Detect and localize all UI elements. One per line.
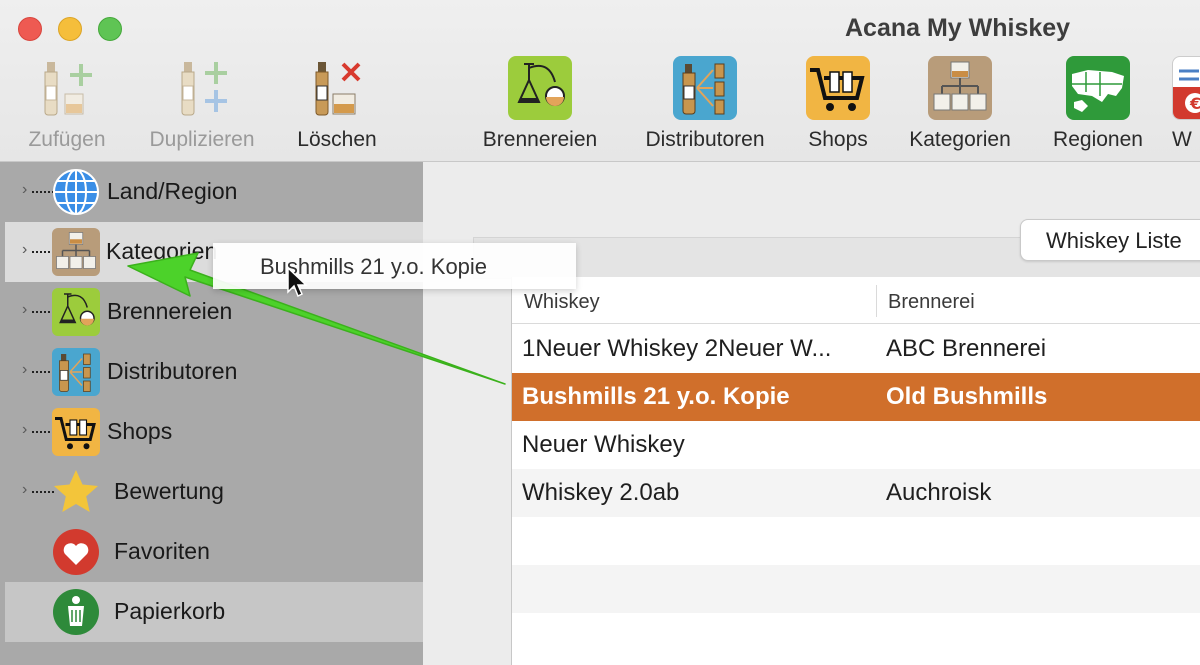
category-tree-icon <box>928 56 992 120</box>
categories-button[interactable]: Kategorien <box>902 56 1018 152</box>
sidebar-item-trash[interactable]: Papierkorb <box>5 582 423 642</box>
sidebar-item-shops[interactable]: › Shops <box>0 402 423 462</box>
column-header-distillery[interactable]: Brennerei <box>888 291 975 314</box>
regions-button[interactable]: Regionen <box>1048 56 1148 152</box>
main-content: Whiskey Liste Whiskey Brennerei 1Neuer W… <box>423 162 1200 665</box>
sidebar-item-distilleries[interactable]: › Brennereien <box>0 282 423 342</box>
sidebar-item-distributors[interactable]: › Distributoren <box>0 342 423 402</box>
trash-icon <box>52 588 100 636</box>
euro-icon: € <box>1172 56 1200 120</box>
disclosure-chevron-icon[interactable]: › <box>22 421 27 439</box>
shopping-cart-icon <box>52 408 100 456</box>
drag-preview: Bushmills 21 y.o. Kopie <box>213 243 576 289</box>
sidebar-item-rating[interactable]: › Bewertung <box>0 462 423 522</box>
sidebar-item-favorites[interactable]: Favoriten <box>0 522 423 582</box>
column-header-whiskey[interactable]: Whiskey <box>524 291 600 314</box>
distributor-network-icon <box>673 56 737 120</box>
sidebar: › Land/Region › Kategorien › Brennereien… <box>0 162 423 665</box>
currency-button[interactable]: € W <box>1172 56 1200 152</box>
heart-icon <box>52 528 100 576</box>
category-tree-icon <box>52 228 100 276</box>
shops-button[interactable]: Shops <box>805 56 871 152</box>
window-title: Acana My Whiskey <box>845 14 1071 42</box>
disclosure-chevron-icon[interactable]: › <box>22 301 27 319</box>
table-row-selected[interactable]: Bushmills 21 y.o. Kopie Old Bushmills <box>512 373 1200 421</box>
table-row-empty <box>512 517 1200 565</box>
add-button[interactable]: Zufügen <box>22 56 112 152</box>
table-row[interactable]: Whiskey 2.0ab Auchroisk <box>512 469 1200 517</box>
disclosure-chevron-icon[interactable]: › <box>22 361 27 379</box>
whiskey-list-button[interactable]: Whiskey Liste <box>1020 219 1200 261</box>
shopping-cart-icon <box>806 56 870 120</box>
delete-button[interactable]: Löschen <box>290 56 384 152</box>
globe-icon <box>52 168 100 216</box>
bottle-duplicate-icon <box>170 56 234 120</box>
duplicate-button[interactable]: Duplizieren <box>142 56 262 152</box>
distributors-button[interactable]: Distributoren <box>636 56 774 152</box>
disclosure-chevron-icon[interactable]: › <box>22 241 27 259</box>
sidebar-item-land-region[interactable]: › Land/Region <box>0 162 423 222</box>
table-row-empty <box>512 613 1200 661</box>
table-row-empty <box>512 565 1200 613</box>
star-icon <box>52 468 100 516</box>
disclosure-chevron-icon[interactable]: › <box>22 481 27 499</box>
toolbar: Acana My Whiskey Zufügen Duplizieren Lös… <box>0 0 1200 162</box>
bottle-delete-icon <box>305 56 369 120</box>
svg-text:€: € <box>1189 94 1200 113</box>
mouse-cursor-icon <box>287 266 308 298</box>
disclosure-chevron-icon[interactable]: › <box>22 181 27 199</box>
whiskey-table[interactable]: Whiskey Brennerei 1Neuer Whiskey 2Neuer … <box>511 277 1200 665</box>
map-usa-icon <box>1066 56 1130 120</box>
distillery-flask-icon <box>508 56 572 120</box>
bottle-add-icon <box>35 56 99 120</box>
distillery-flask-icon <box>52 288 100 336</box>
table-row[interactable]: 1Neuer Whiskey 2Neuer W... ABC Brennerei <box>512 325 1200 373</box>
distilleries-button[interactable]: Brennereien <box>476 56 604 152</box>
table-header: Whiskey Brennerei <box>512 277 1200 324</box>
distributor-network-icon <box>52 348 100 396</box>
table-row[interactable]: Neuer Whiskey <box>512 421 1200 469</box>
